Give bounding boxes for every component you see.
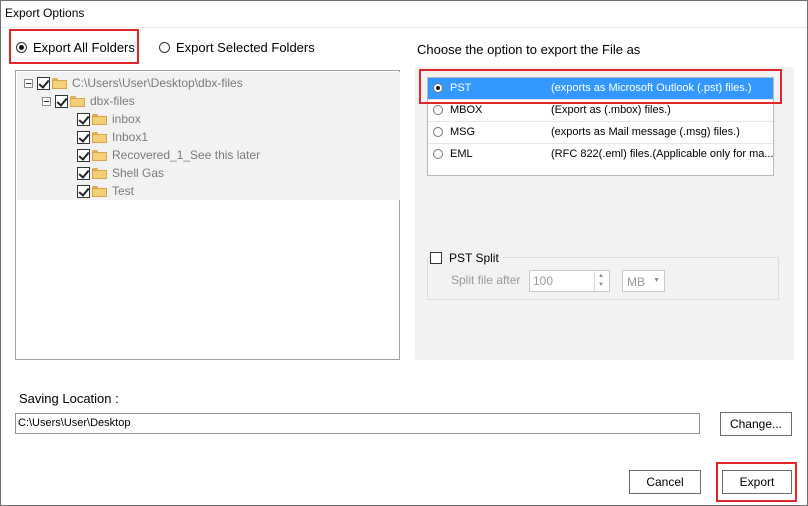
change-button[interactable]: Change... (720, 412, 792, 436)
format-option-pst[interactable]: PST (exports as Microsoft Outlook (.pst)… (428, 78, 773, 100)
radio-unselected-icon (159, 42, 170, 53)
shell-gas-checkbox[interactable] (77, 166, 90, 180)
cancel-button[interactable]: Cancel (629, 470, 701, 494)
tree-item-label: Inbox1 (112, 130, 149, 144)
format-heading: Choose the option to export the File as (417, 42, 641, 57)
tree-row-dbx-files[interactable]: dbx-files (42, 93, 135, 109)
export-all-folders-radio[interactable]: Export All Folders (16, 40, 135, 55)
split-after-label: Split file after (451, 273, 521, 287)
radio-unselected-icon (433, 149, 443, 159)
root-checkbox[interactable] (37, 76, 50, 90)
chevron-down-icon: ▼ (653, 277, 660, 284)
title-bar: Export Options (1, 1, 807, 27)
collapse-icon[interactable] (42, 96, 51, 106)
tree-item-label: Recovered_1_See this later (112, 148, 261, 162)
tree-background (17, 72, 400, 200)
recovered-checkbox[interactable] (77, 148, 90, 162)
chevron-down-icon[interactable]: ▼ (598, 282, 604, 288)
tree-item-label: inbox (112, 112, 141, 126)
format-desc: (exports as Mail message (.msg) files.) (551, 126, 740, 138)
format-option-msg[interactable]: MSG (exports as Mail message (.msg) file… (428, 122, 773, 144)
inbox1-checkbox[interactable] (77, 130, 90, 144)
pst-split-checkbox[interactable]: PST Split (430, 251, 503, 265)
folder-icon (70, 95, 85, 107)
folder-tree[interactable]: C:\Users\User\Desktop\dbx-files dbx-file… (15, 70, 400, 360)
collapse-icon[interactable] (24, 78, 33, 88)
tree-row-inbox1[interactable]: Inbox1 (77, 129, 148, 145)
title-divider (1, 27, 807, 28)
tree-row-inbox[interactable]: inbox (77, 111, 141, 127)
dbx-files-checkbox[interactable] (55, 94, 68, 108)
format-name: PST (450, 82, 472, 94)
format-desc: (exports as Microsoft Outlook (.pst) fil… (551, 82, 752, 94)
format-desc: (RFC 822(.eml) files.(Applicable only fo… (551, 148, 774, 160)
tree-row-shell-gas[interactable]: Shell Gas (77, 165, 164, 181)
folder-icon (92, 131, 107, 143)
split-unit-value: MB (627, 275, 645, 289)
pst-split-checkbox-box[interactable] (430, 252, 442, 264)
format-name: EML (450, 148, 473, 160)
chevron-up-icon[interactable]: ▲ (598, 273, 604, 279)
radio-unselected-icon (433, 127, 443, 137)
saving-location-input[interactable]: C:\Users\User\Desktop (15, 413, 700, 434)
window-title: Export Options (5, 6, 85, 20)
inbox-checkbox[interactable] (77, 112, 90, 126)
format-desc: (Export as (.mbox) files.) (551, 104, 671, 116)
split-size-stepper[interactable]: 100 ▲ ▼ (529, 270, 610, 292)
export-options-dialog: Export Options Export All Folders Export… (0, 0, 808, 506)
pst-split-label: PST Split (449, 251, 499, 265)
export-selected-folders-label: Export Selected Folders (176, 40, 315, 55)
format-option-mbox[interactable]: MBOX (Export as (.mbox) files.) (428, 100, 773, 122)
radio-selected-icon (16, 42, 27, 53)
saving-location-value: C:\Users\User\Desktop (18, 417, 131, 429)
export-button[interactable]: Export (722, 470, 792, 494)
dbx-files-label: dbx-files (90, 94, 135, 108)
format-name: MBOX (450, 104, 483, 116)
tree-row-recovered[interactable]: Recovered_1_See this later (77, 147, 260, 163)
format-name: MSG (450, 126, 476, 138)
export-all-folders-label: Export All Folders (33, 40, 135, 55)
tree-item-label: Test (112, 184, 135, 198)
spinner[interactable]: ▲ ▼ (594, 271, 609, 291)
root-path-label: C:\Users\User\Desktop\dbx-files (72, 76, 243, 90)
split-unit-select[interactable]: MB ▼ (622, 270, 665, 292)
radio-selected-icon (433, 83, 443, 93)
folder-icon (52, 77, 67, 89)
format-option-eml[interactable]: EML (RFC 822(.eml) files.(Applicable onl… (428, 144, 774, 166)
split-size-value: 100 (533, 274, 554, 288)
folder-icon (92, 167, 107, 179)
test-checkbox[interactable] (77, 184, 90, 198)
tree-item-label: Shell Gas (112, 166, 165, 180)
export-selected-folders-radio[interactable]: Export Selected Folders (159, 40, 315, 55)
tree-row-test[interactable]: Test (77, 183, 134, 199)
folder-icon (92, 149, 107, 161)
radio-unselected-icon (433, 105, 443, 115)
folder-icon (92, 113, 107, 125)
saving-location-label: Saving Location : (19, 391, 119, 406)
tree-row-root[interactable]: C:\Users\User\Desktop\dbx-files (24, 75, 243, 91)
format-list[interactable]: PST (exports as Microsoft Outlook (.pst)… (427, 77, 774, 176)
folder-icon (92, 185, 107, 197)
